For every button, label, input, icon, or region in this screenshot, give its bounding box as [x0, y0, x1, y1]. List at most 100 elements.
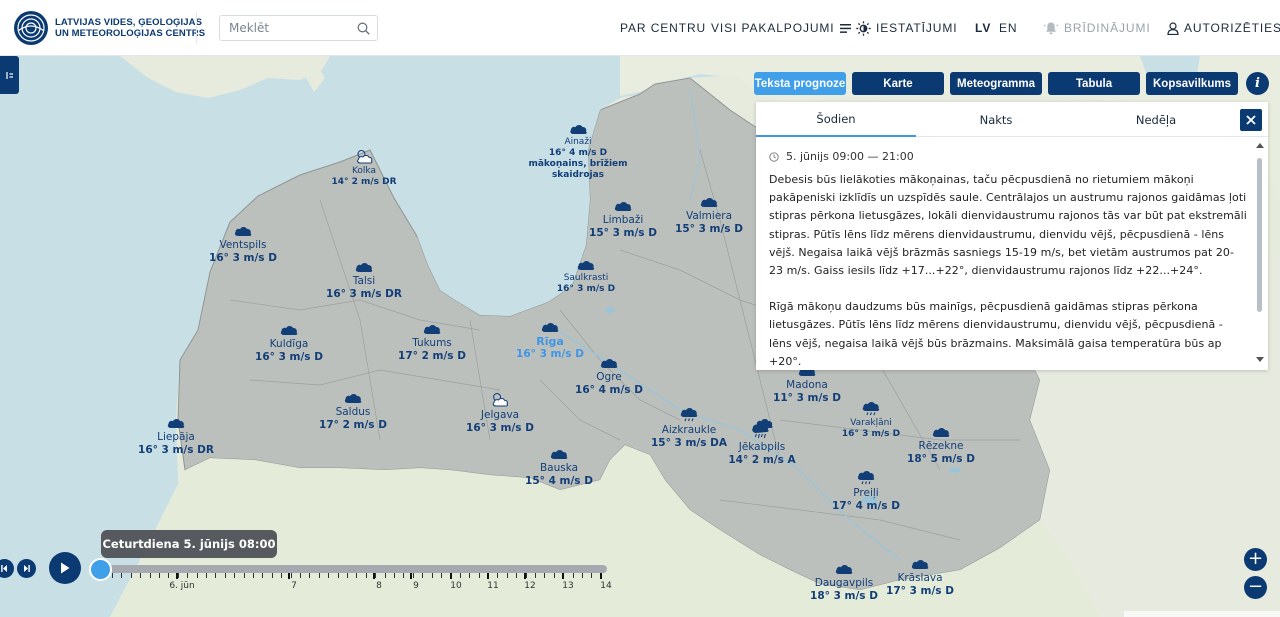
station-ogre[interactable]: Ogre 16° 4 m/s D — [575, 354, 643, 397]
tab-today[interactable]: Šodien — [756, 102, 916, 137]
cloud-icon — [525, 445, 593, 461]
partly-cloudy-icon — [331, 148, 396, 165]
cloud-icon — [319, 389, 387, 405]
station-varaklani[interactable]: Varakļāni 16° 3 m/s D — [842, 397, 900, 440]
station-name: Aizkraukle — [661, 424, 717, 436]
timeline-day-label[interactable]: 7 — [291, 581, 297, 591]
tab-night[interactable]: Nakts — [916, 102, 1076, 137]
station-name: Ogre — [596, 371, 622, 383]
station-value: 16° 4 m/s D — [548, 148, 608, 158]
timeline-tick — [206, 573, 207, 578]
station-value: 14° 2 m/s DR — [331, 177, 397, 187]
station-valmiera[interactable]: Valmiera 15° 3 m/s D — [675, 193, 743, 236]
forecast-scrollbar[interactable] — [1255, 142, 1264, 364]
nav-about[interactable]: PAR CENTRU — [620, 0, 706, 56]
station-value: 16° 3 m/s D — [516, 348, 584, 360]
nav-all-services[interactable]: VISI PAKALPOJUMI — [711, 0, 851, 56]
tab-week[interactable]: Nedēļa — [1076, 102, 1236, 137]
station-description: skaidrojas — [551, 170, 605, 180]
station-aizkraukle[interactable]: Aizkraukle 15° 3 m/s DA — [651, 403, 727, 450]
station-liepaja[interactable]: Liepāja 16° 3 m/s DR — [138, 414, 214, 457]
close-icon — [1246, 115, 1256, 125]
timeline-tick — [422, 573, 423, 578]
timeline-day-tick — [487, 573, 489, 579]
station-bauska[interactable]: Bauska 15° 4 m/s D — [525, 445, 593, 488]
station-riga[interactable]: Rīga 16° 3 m/s D — [516, 318, 584, 361]
station-rezekne[interactable]: Rēzekne 18° 5 m/s D — [907, 423, 975, 466]
timeline-day-label[interactable]: 14 — [600, 581, 611, 591]
station-value: 15° 3 m/s D — [675, 223, 743, 235]
nav-login[interactable]: AUTORIZĒTIES — [1167, 0, 1280, 56]
station-ventspils[interactable]: Ventspils 16° 3 m/s D — [209, 222, 277, 265]
play-button[interactable] — [49, 552, 81, 584]
forecast-tabs: Šodien Nakts Nedēļa — [756, 102, 1268, 137]
timeline-handle[interactable] — [89, 558, 112, 581]
lang-lv[interactable]: LV — [975, 0, 991, 56]
station-value: 15° 3 m/s D — [589, 227, 657, 239]
nav-warnings[interactable]: BRĪDINĀJUMI — [1043, 0, 1151, 56]
timeline-day-tick — [450, 573, 452, 579]
info-button[interactable]: i — [1246, 72, 1269, 95]
timeline-tick — [366, 573, 367, 578]
timeline-track[interactable] — [96, 565, 607, 573]
summary-button[interactable]: Kopsavilkums — [1146, 72, 1238, 95]
search-input[interactable] — [220, 21, 350, 35]
text-forecast-button[interactable]: Teksta prognoze — [754, 72, 846, 95]
timeline-tick — [497, 573, 498, 578]
timeline-day-label[interactable]: 8 — [376, 581, 382, 591]
timeline-tick — [535, 573, 536, 578]
station-value: 16° 3 m/s D — [209, 252, 277, 264]
map-button[interactable]: Karte — [852, 72, 944, 95]
scroll-thumb[interactable] — [1257, 158, 1262, 312]
timeline-tick — [338, 573, 339, 578]
table-button[interactable]: Tabula — [1048, 72, 1140, 95]
side-panel-toggle[interactable] — [0, 56, 19, 94]
step-forward-button[interactable] — [17, 559, 36, 578]
cloud-icon — [528, 120, 627, 136]
timeline-day-tick — [410, 573, 412, 579]
lvgmc-logo[interactable]: LATVIJAS VIDES, ĢEOLOĢIJAS UN METEOROLOĢ… — [14, 11, 205, 45]
rain-icon — [651, 403, 727, 423]
zoom-out-button[interactable]: − — [1244, 576, 1267, 599]
station-value: 16° 4 m/s D — [575, 384, 643, 396]
station-kolka[interactable]: Kolka 14° 2 m/s DR — [331, 148, 397, 188]
station-ainazi[interactable]: Ainaži 16° 4 m/s Dmākoņains, brīžiem skaid… — [528, 120, 628, 181]
timeline-day-label[interactable]: 6. jūn — [169, 581, 194, 591]
station-talsi[interactable]: Talsi 16° 3 m/s DR — [326, 258, 402, 301]
timeline-tick — [168, 573, 169, 578]
lang-en[interactable]: EN — [999, 0, 1017, 56]
station-value: 18° 3 m/s D — [810, 590, 878, 602]
site-header: LATVIJAS VIDES, ĢEOLOĢIJAS UN METEOROLOĢ… — [0, 0, 1280, 56]
station-tukums[interactable]: Tukums 17° 2 m/s D — [398, 320, 466, 363]
cloud-icon — [907, 423, 975, 439]
station-saulkrasti[interactable]: Saulkrasti 16° 3 m/s D — [557, 256, 615, 295]
close-panel-button[interactable] — [1240, 109, 1262, 131]
station-preili[interactable]: Preiļi 17° 4 m/s D — [832, 466, 900, 513]
station-jelgava[interactable]: Jelgava 16° 3 m/s D — [466, 391, 534, 435]
station-limbazi[interactable]: Limbaži 15° 3 m/s D — [589, 197, 657, 240]
timeline-day-label[interactable]: 12 — [524, 581, 535, 591]
timeline-tick — [469, 573, 470, 578]
cloud-icon — [557, 256, 615, 272]
timeline-day-label[interactable]: 10 — [450, 581, 461, 591]
station-daugavpils[interactable]: Daugavpils 18° 3 m/s D — [810, 560, 878, 603]
search-icon[interactable] — [357, 22, 370, 35]
zoom-in-button[interactable]: + — [1244, 548, 1267, 571]
user-icon — [1167, 21, 1179, 35]
station-kuldiga[interactable]: Kuldīga 16° 3 m/s D — [255, 321, 323, 364]
sun-settings-icon — [856, 20, 871, 36]
scroll-down-icon[interactable] — [1256, 356, 1264, 363]
station-saldus[interactable]: Saldus 17° 2 m/s D — [319, 389, 387, 432]
clock-icon — [769, 151, 779, 162]
nav-settings[interactable]: IESTATĪJUMI — [856, 0, 957, 56]
station-value: 16° 3 m/s DR — [326, 288, 402, 300]
timeline-day-label[interactable]: 13 — [562, 581, 573, 591]
meteogram-button[interactable]: Meteogramma — [950, 72, 1042, 95]
timeline-tick — [244, 573, 245, 578]
timeline-day-label[interactable]: 11 — [487, 581, 498, 591]
station-jekabpils[interactable]: Jēkabpils 14° 2 m/s A — [728, 418, 796, 467]
scroll-up-icon[interactable] — [1256, 142, 1264, 149]
station-kraslava[interactable]: Krāslava 17° 3 m/s D — [886, 555, 954, 598]
timeline-day-label[interactable]: 9 — [413, 581, 419, 591]
station-name: Saulkrasti — [563, 273, 609, 283]
